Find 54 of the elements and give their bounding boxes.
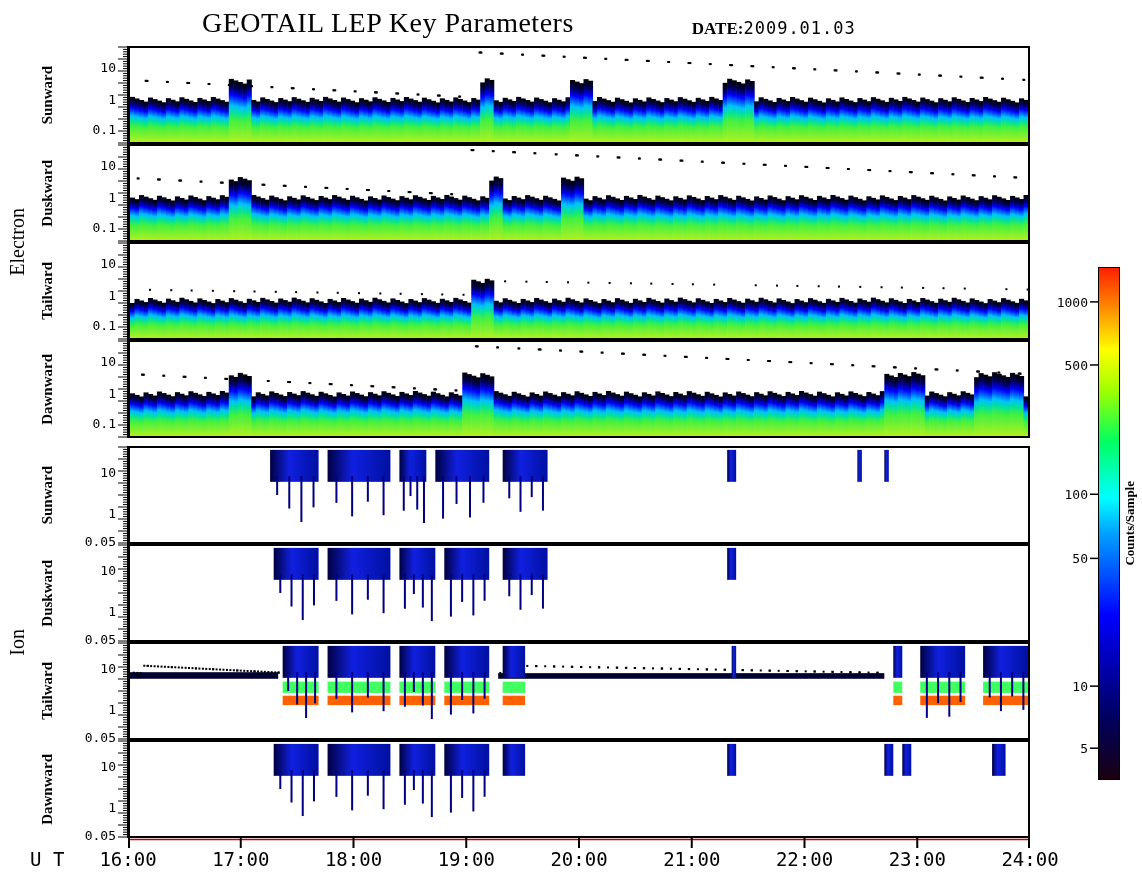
y-tick-label: 0.1 <box>92 317 116 333</box>
chart-title: GEOTAIL LEP Key Parameters <box>202 7 574 39</box>
x-axis-label: U T <box>30 848 65 870</box>
x-tick-label: 21:00 <box>663 848 721 870</box>
date-value: 2009.01.03 <box>743 17 856 38</box>
y-tick-label: 10 <box>100 464 116 480</box>
colorbar-tick-label: 500 <box>1064 357 1088 373</box>
y-tick-label: 1 <box>108 701 116 717</box>
y-tick-label: 10 <box>100 353 116 369</box>
colorbar-tick-label: 10 <box>1072 678 1088 694</box>
x-tick-label: 16:00 <box>99 848 157 870</box>
panel-label: Sunward <box>38 465 56 525</box>
colorbar-tick-label: 1000 <box>1056 294 1088 310</box>
x-tick-label: 19:00 <box>437 848 495 870</box>
y-tick-label: 1 <box>108 505 116 521</box>
y-tick-label: 1 <box>108 91 116 107</box>
colorbar-label: Counts/Sample <box>1122 481 1138 566</box>
y-tick-label: 0.05 <box>84 533 116 549</box>
x-tick-label: 20:00 <box>550 848 608 870</box>
y-tick-label: 1 <box>108 799 116 815</box>
y-tick-label: 0.1 <box>92 121 116 137</box>
y-tick-label: 0.05 <box>84 631 116 647</box>
y-tick-label: 1 <box>108 189 116 205</box>
panel-label: Dawnward <box>38 753 56 825</box>
x-tick-label: 22:00 <box>775 848 834 870</box>
x-tick-label: 18:00 <box>324 848 383 870</box>
y-tick-label: 0.1 <box>92 415 116 431</box>
y-tick-label: 1 <box>108 287 116 303</box>
colorbar-tick-label: 100 <box>1064 486 1088 502</box>
x-tick-label: 24:00 <box>1001 848 1059 870</box>
y-tick-label: 10 <box>100 255 116 271</box>
y-tick-label: 10 <box>100 562 116 578</box>
y-tick-label: 10 <box>100 660 116 676</box>
y-tick-label: 0.05 <box>84 827 116 843</box>
colorbar-tick-label: 5 <box>1080 740 1088 756</box>
panel-label: Sunward <box>38 65 56 125</box>
y-tick-label: 10 <box>100 59 116 75</box>
panel-label: Duskward <box>38 559 56 627</box>
x-tick-label: 17:00 <box>212 848 270 870</box>
y-tick-label: 0.1 <box>92 219 116 235</box>
panel-label: Tailward <box>38 662 56 720</box>
panel-label: Duskward <box>38 159 56 227</box>
colorbar-tick-label: 50 <box>1072 550 1088 566</box>
date-label: DATE: <box>691 18 744 39</box>
panel-label: Dawnward <box>38 353 56 425</box>
y-tick-label: 1 <box>108 603 116 619</box>
x-tick-label: 23:00 <box>888 848 946 870</box>
panel-label: Tailward <box>38 262 56 320</box>
y-tick-label: 10 <box>100 758 116 774</box>
y-tick-label: 1 <box>108 385 116 401</box>
y-tick-label: 0.05 <box>84 729 116 745</box>
y-tick-label: 10 <box>100 157 116 173</box>
group-label: Ion <box>5 628 29 656</box>
group-label: Electron <box>5 208 29 276</box>
